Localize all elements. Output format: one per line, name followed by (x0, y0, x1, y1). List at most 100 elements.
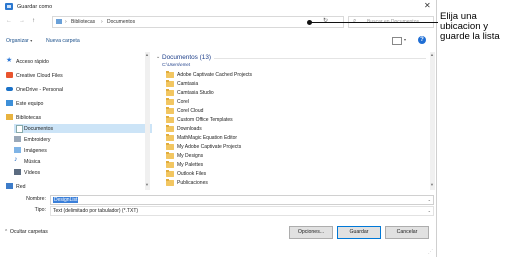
file-name: MathMagic Equation Editor (177, 135, 238, 141)
file-name: Outlook Files (177, 171, 207, 177)
list-item[interactable]: Corel Cloud (166, 107, 326, 115)
breadcrumb-documentos[interactable]: Documentos (107, 19, 135, 25)
onedrive-icon (6, 87, 13, 91)
chevron-down-icon[interactable]: ⌄ (428, 197, 431, 202)
scroll-up-icon[interactable]: ▲ (430, 52, 434, 57)
file-name: Corel (177, 99, 189, 105)
sidebar-item-label: Acceso rápido (16, 58, 49, 65)
sidebar-item-acceso-rapido[interactable]: ★ Acceso rápido (6, 57, 144, 66)
name-label: Nombre: (26, 196, 46, 202)
file-name: My Adobe Captivate Projects (177, 144, 242, 150)
chevron-down-icon[interactable]: ▾ (404, 37, 406, 42)
creative-cloud-icon (6, 72, 13, 78)
app-icon (5, 3, 13, 10)
sidebar-item-este-equipo[interactable]: Este equipo (6, 99, 144, 108)
window-title: Guardar como (17, 4, 53, 10)
hide-folders-toggle[interactable]: ⌃ Ocultar carpetas (4, 229, 48, 235)
filename-field[interactable]: DesignList ⌄ (50, 195, 434, 205)
folder-icon (166, 152, 174, 159)
list-item[interactable]: Publicaciones (166, 179, 326, 187)
list-item[interactable]: MathMagic Equation Editor (166, 134, 326, 142)
library-icon (14, 136, 21, 142)
folder-icon (166, 98, 174, 105)
chevron-down-icon[interactable]: ⌄ (428, 208, 431, 213)
sidebar-item-bibliotecas[interactable]: Bibliotecas (6, 113, 144, 122)
file-list-scrollbar[interactable]: ▲ ▼ (430, 52, 435, 190)
sidebar-item-label: Bibliotecas (16, 114, 42, 121)
sidebar-item-documentos[interactable]: Documentos (14, 124, 152, 133)
up-button[interactable]: ↑ (32, 18, 35, 24)
folder-icon (166, 107, 174, 114)
sidebar-item-label: Vídeos (24, 169, 41, 176)
cancel-button[interactable]: Cancelar (385, 226, 429, 239)
list-item[interactable]: Custom Office Templates (166, 116, 326, 124)
file-name: Camtasia Studio (177, 90, 214, 96)
forward-button[interactable]: → (19, 18, 25, 24)
file-name: My Palettes (177, 162, 204, 168)
breadcrumb-bibliotecas[interactable]: Bibliotecas (71, 19, 95, 25)
file-name: Adobe Captivate Cached Projects (177, 72, 253, 78)
navigation-pane[interactable]: ★ Acceso rápido Creative Cloud Files One… (0, 52, 152, 190)
folder-icon (166, 71, 174, 78)
chevron-down-icon[interactable]: ⌄ (156, 54, 160, 60)
list-item[interactable]: My Palettes (166, 161, 326, 169)
list-item[interactable]: Adobe Captivate Cached Projects (166, 71, 326, 79)
list-item[interactable]: Camtasia (166, 80, 326, 88)
list-item[interactable]: My Adobe Captivate Projects (166, 143, 326, 151)
organize-button[interactable]: Organizar ▾ (6, 38, 32, 44)
filetype-value: Text (delimitado por tabulador) (*.TXT) (53, 208, 139, 214)
chevron-down-icon: ▾ (30, 38, 33, 43)
sidebar-item-label: Embroidery (24, 136, 51, 143)
folder-icon (166, 89, 174, 96)
file-name: Custom Office Templates (177, 117, 233, 123)
sidebar-item-onedrive[interactable]: OneDrive - Personal (6, 85, 144, 94)
close-button[interactable]: ✕ (424, 1, 431, 10)
file-list-pane[interactable]: ⌄ Documentos (13) C:\Users\emet Adobe Ca… (152, 52, 436, 190)
star-icon: ★ (6, 57, 13, 64)
library-icon (56, 19, 62, 24)
chevron-up-icon: ⌃ (4, 229, 9, 235)
list-item[interactable]: Camtasia Studio (166, 89, 326, 97)
sidebar-item-label: Música (24, 158, 41, 165)
sidebar-item-videos[interactable]: Vídeos (14, 168, 152, 177)
group-divider (214, 58, 426, 59)
callout-line (310, 22, 438, 23)
sidebar-item-embroidery[interactable]: Embroidery (14, 135, 152, 144)
file-name: Downloads (177, 126, 202, 132)
options-button[interactable]: Opciones... (289, 226, 333, 239)
save-as-dialog: Guardar como ✕ ← → ↑ › Bibliotecas › Doc… (0, 0, 437, 257)
file-name: Camtasia (177, 81, 199, 87)
chevron-right-icon: › (101, 18, 103, 25)
sidebar-item-musica[interactable]: ♪ Música (14, 156, 152, 166)
filetype-select[interactable]: Text (delimitado por tabulador) (*.TXT) … (50, 206, 434, 216)
pictures-icon (14, 147, 21, 153)
list-item[interactable]: Downloads (166, 125, 326, 133)
sidebar-item-label: OneDrive - Personal (16, 86, 63, 93)
folder-icon (166, 170, 174, 177)
chevron-right-icon: › (65, 18, 67, 25)
documents-icon (16, 125, 23, 133)
sidebar-item-imagenes[interactable]: Imágenes (14, 146, 152, 155)
save-button[interactable]: Guardar (337, 226, 381, 239)
sidebar-item-creative-cloud[interactable]: Creative Cloud Files (6, 71, 144, 80)
folder-icon (166, 143, 174, 150)
list-item[interactable]: My Designs (166, 152, 326, 160)
back-button[interactable]: ← (6, 18, 12, 24)
sidebar-item-label: Imágenes (24, 147, 47, 154)
sidebar-scrollbar[interactable]: ▲ ▼ (145, 52, 150, 190)
list-item[interactable]: Corel (166, 98, 326, 106)
address-bar[interactable]: › Bibliotecas › Documentos ⌄ ↻ (52, 16, 344, 28)
new-folder-button[interactable]: Nueva carpeta (46, 38, 80, 44)
list-item[interactable]: Outlook Files (166, 170, 326, 178)
scroll-up-icon[interactable]: ▲ (145, 52, 149, 57)
videos-icon (14, 169, 21, 175)
organize-label: Organizar (6, 38, 29, 44)
resize-grip-icon[interactable]: ⋰ (428, 249, 433, 255)
scroll-down-icon[interactable]: ▼ (430, 182, 434, 187)
view-options-icon[interactable] (392, 37, 402, 45)
scroll-down-icon[interactable]: ▼ (145, 182, 149, 187)
sidebar-item-red[interactable]: Red (6, 182, 144, 190)
help-icon[interactable]: ? (418, 36, 426, 44)
sidebar-item-label: Red (16, 183, 26, 190)
sidebar-item-label: Documentos (24, 125, 54, 132)
